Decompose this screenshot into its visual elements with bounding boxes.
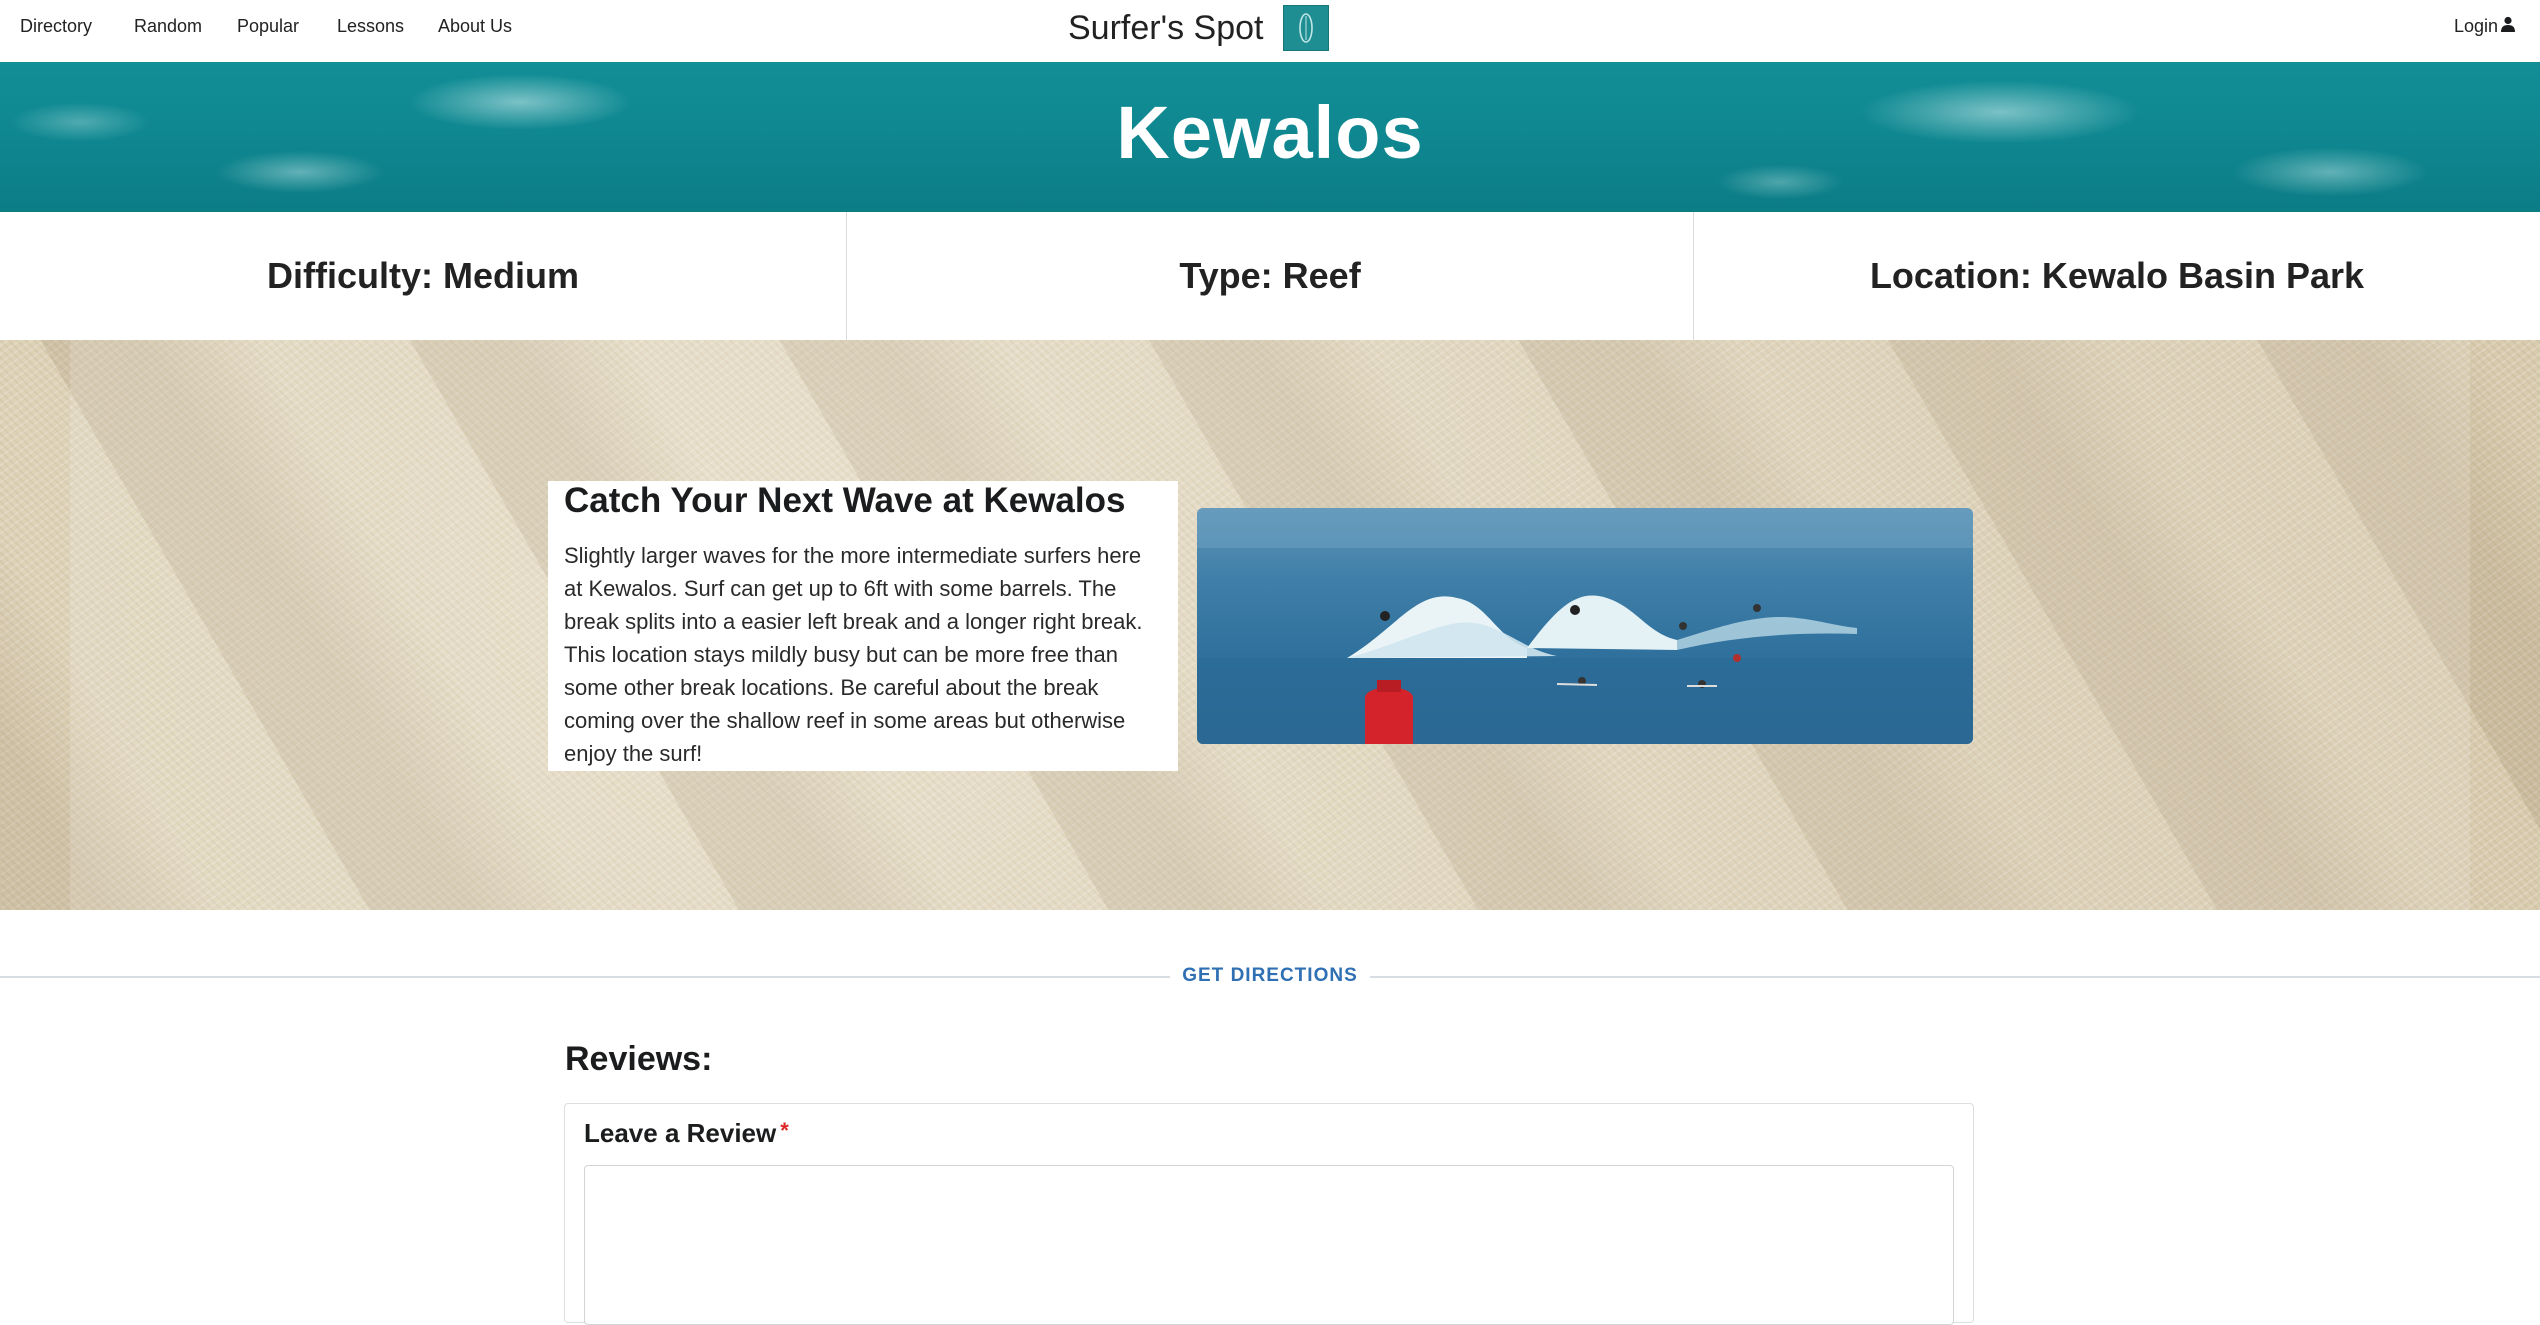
review-form: Leave a Review * [564,1103,1974,1325]
nav-link-popular[interactable]: Popular [237,16,299,37]
top-nav: Directory Random Popular Lessons About U… [0,0,2540,63]
review-field-label: Leave a Review * [584,1118,789,1149]
description-text: Slightly larger waves for the more inter… [564,543,1143,766]
reviews-heading: Reviews: [565,1040,713,1078]
login-label: Login [2453,16,2498,36]
brand-name: Surfer's Spot [1068,8,1264,47]
spot-info-row: Difficulty: Medium Type: Reef Location: … [0,212,2540,340]
brand[interactable]: Surfer's Spot [1068,5,1330,51]
review-label-text: Leave a Review [584,1118,777,1148]
difficulty-stat: Difficulty: Medium [0,212,847,340]
surf-photo [1197,508,1973,744]
login-button[interactable]: Login [2454,16,2516,37]
type-stat: Type: Reef [847,212,1694,340]
location-stat: Location: Kewalo Basin Park [1869,255,2365,296]
hero-banner: Kewalos [0,62,2540,212]
review-textarea[interactable] [584,1165,1954,1325]
nav-link-directory[interactable]: Directory [20,16,92,37]
user-icon [2500,16,2516,37]
nav-link-random[interactable]: Random [134,16,202,37]
surfboard-logo-icon [1283,5,1330,51]
description-card: Catch Your Next Wave at Kewalos Slightly… [548,481,1178,771]
nav-link-about-us[interactable]: About Us [438,16,512,37]
get-directions-link[interactable]: GET DIRECTIONS [1170,962,1370,990]
nav-link-lessons[interactable]: Lessons [337,16,404,37]
description-heading: Catch Your Next Wave at Kewalos [564,481,1126,520]
surf-photo-drawing [1197,508,1973,744]
page-title: Kewalos [1116,91,1424,174]
required-marker: * [780,1118,789,1143]
